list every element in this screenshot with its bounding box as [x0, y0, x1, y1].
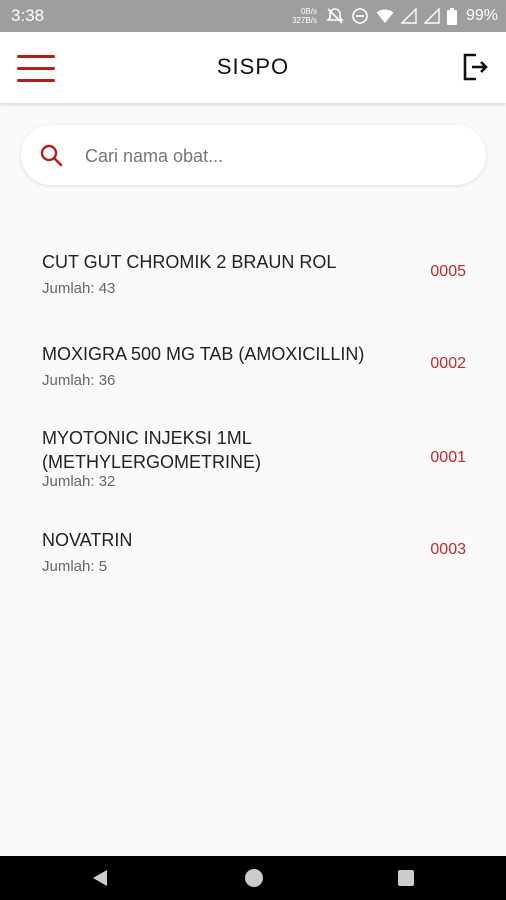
logout-button[interactable] [462, 52, 490, 82]
wifi-icon [376, 8, 394, 24]
recents-icon [398, 870, 414, 886]
item-quantity: Jumlah: 32 [42, 473, 116, 490]
navigation-bar [0, 856, 506, 900]
item-code: 0005 [430, 263, 466, 280]
status-time: 3:38 [11, 6, 45, 25]
page-title: SISPO [216, 54, 290, 79]
status-icons: 0B/s 327B/s 99% [292, 0, 498, 32]
home-button[interactable] [232, 856, 276, 900]
app-bar: SISPO [0, 32, 506, 103]
net-down: 327B/s [292, 16, 317, 25]
search-input[interactable] [83, 139, 467, 173]
net-up: 0B/s [300, 7, 317, 16]
back-icon [93, 870, 107, 886]
signal-icon [400, 8, 417, 24]
signal-icon-2 [423, 8, 440, 24]
item-quantity: Jumlah: 36 [42, 372, 116, 389]
battery-icon [446, 7, 457, 25]
home-icon [245, 869, 263, 887]
item-code: 0003 [430, 541, 466, 558]
do-not-disturb-icon [351, 7, 369, 25]
item-name: MYOTONIC INJEKSI 1ML (METHYLERGOMETRINE) [42, 428, 262, 472]
item-code: 0002 [430, 355, 466, 372]
item-code: 0001 [430, 449, 466, 466]
battery-percent: 99% [465, 7, 498, 24]
item-quantity: Jumlah: 43 [42, 280, 116, 297]
recents-button[interactable] [384, 856, 428, 900]
status-bar: 3:38 0B/s 327B/s 99% [0, 0, 506, 32]
network-speed: 0B/s 327B/s [292, 7, 317, 25]
item-name: CUT GUT CHROMIK 2 BRAUN ROL [42, 252, 337, 272]
search-bar [21, 125, 486, 185]
item-name: NOVATRIN [42, 530, 133, 550]
notifications-off-icon [326, 7, 344, 25]
back-button[interactable] [78, 856, 122, 900]
item-quantity: Jumlah: 5 [42, 558, 108, 575]
search-icon [39, 143, 63, 172]
item-name: MOXIGRA 500 MG TAB (AMOXICILLIN) [42, 344, 365, 364]
logout-icon [463, 53, 488, 81]
